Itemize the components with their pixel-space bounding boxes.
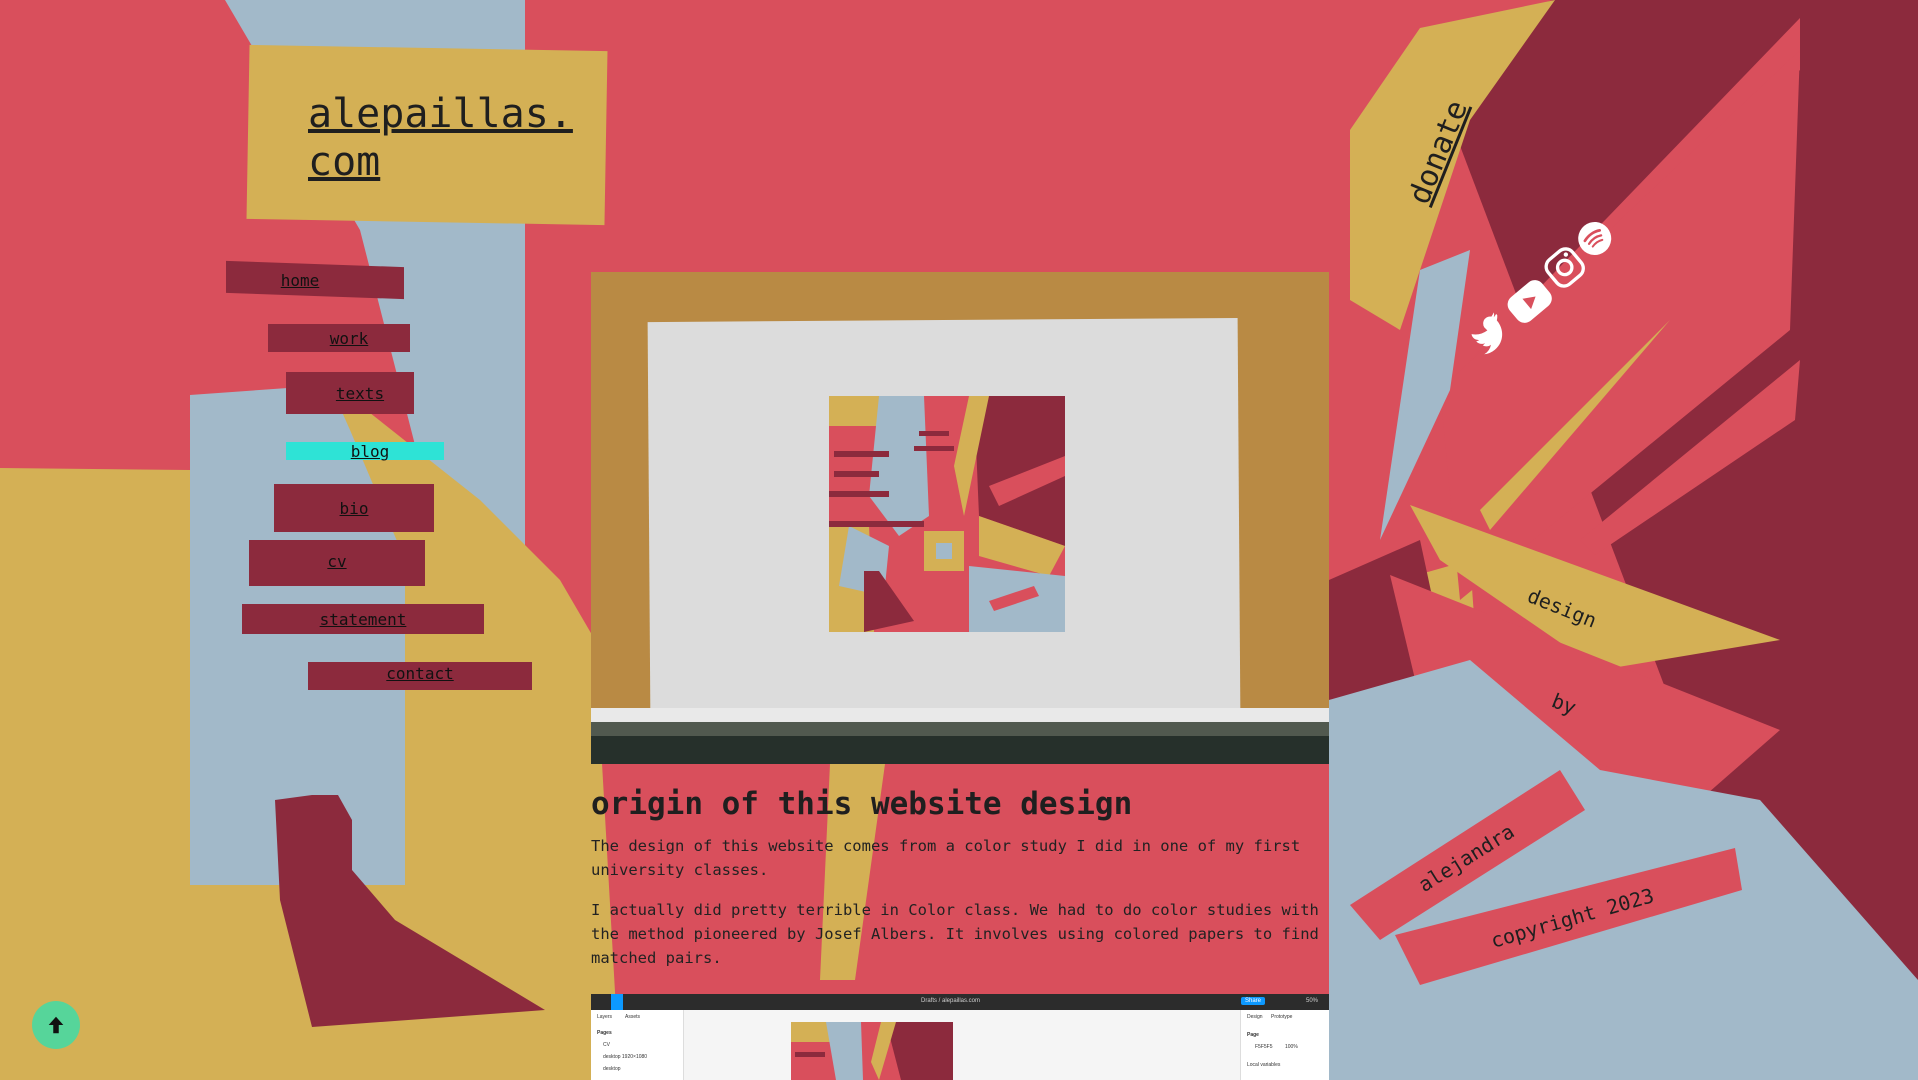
nav-statement-label: statement	[319, 609, 407, 629]
figma-zoom-level: 50%	[1306, 998, 1319, 1004]
color-study-artwork	[829, 396, 1065, 632]
scroll-to-top-button[interactable]	[32, 1001, 80, 1049]
nav-contact[interactable]: contact	[308, 662, 532, 690]
figma-design-panel: Design Prototype Page F5F5F5 100% Local …	[1240, 1010, 1329, 1080]
figma-tab-prototype: Prototype	[1271, 1014, 1293, 1020]
figma-page-color: F5F5F5	[1255, 1044, 1273, 1050]
nav-home-label: home	[280, 270, 320, 290]
nav-bio-label: bio	[339, 498, 369, 518]
nav-texts[interactable]: texts	[286, 372, 414, 414]
nav-statement[interactable]: statement	[242, 604, 484, 634]
figma-share-button: Share	[1241, 997, 1266, 1005]
nav-cv[interactable]: cv	[249, 540, 425, 586]
figma-local-variables: Local variables	[1247, 1062, 1281, 1068]
nav-work[interactable]: work	[268, 324, 410, 352]
nav-bio[interactable]: bio	[274, 484, 434, 532]
nav-blog[interactable]: blog	[286, 441, 444, 461]
arrow-up-icon	[48, 1016, 64, 1034]
figma-tab-design: Design	[1247, 1014, 1263, 1020]
figma-screenshot-image: Drafts / alepaillas.com Share 50% Layers…	[591, 994, 1329, 1080]
figma-layers-panel: Layers Assets Pages CV desktop 1920×1080…	[591, 1010, 684, 1080]
hero-image-color-study	[591, 272, 1329, 764]
figma-page-section: Page	[1247, 1032, 1259, 1038]
figma-page-item: CV	[603, 1042, 610, 1048]
article-title: origin of this website design	[591, 786, 1133, 822]
figma-tab-layers: Layers	[597, 1014, 613, 1020]
figma-page-item: desktop 1920×1080	[603, 1054, 648, 1060]
figma-page-opacity: 100%	[1285, 1044, 1298, 1050]
article-paragraph: The design of this website comes from a …	[591, 837, 1301, 879]
nav-contact-label: contact	[386, 663, 454, 683]
article-paragraph: I actually did pretty terrible in Color …	[591, 901, 1319, 967]
figma-tab-assets: Assets	[625, 1014, 641, 1020]
site-logo-link[interactable]: alepaillas.com	[308, 90, 578, 186]
figma-toolbar: Drafts / alepaillas.com Share 50%	[591, 994, 1329, 1010]
hero-easel-edge	[591, 708, 1329, 764]
figma-artboard-preview	[791, 1022, 953, 1080]
move-tool-icon	[611, 994, 623, 1010]
figma-pages-label: Pages	[597, 1030, 612, 1036]
nav-cv-label: cv	[327, 551, 347, 571]
figma-doc-title: Drafts / alepaillas.com	[921, 998, 981, 1004]
nav-blog-label: blog	[350, 441, 390, 461]
nav-home[interactable]: home	[226, 260, 404, 300]
nav-work-label: work	[329, 328, 369, 348]
figma-canvas-artboard	[791, 1022, 953, 1080]
figma-page-item: desktop	[603, 1066, 621, 1072]
nav-texts-label: texts	[335, 383, 385, 403]
